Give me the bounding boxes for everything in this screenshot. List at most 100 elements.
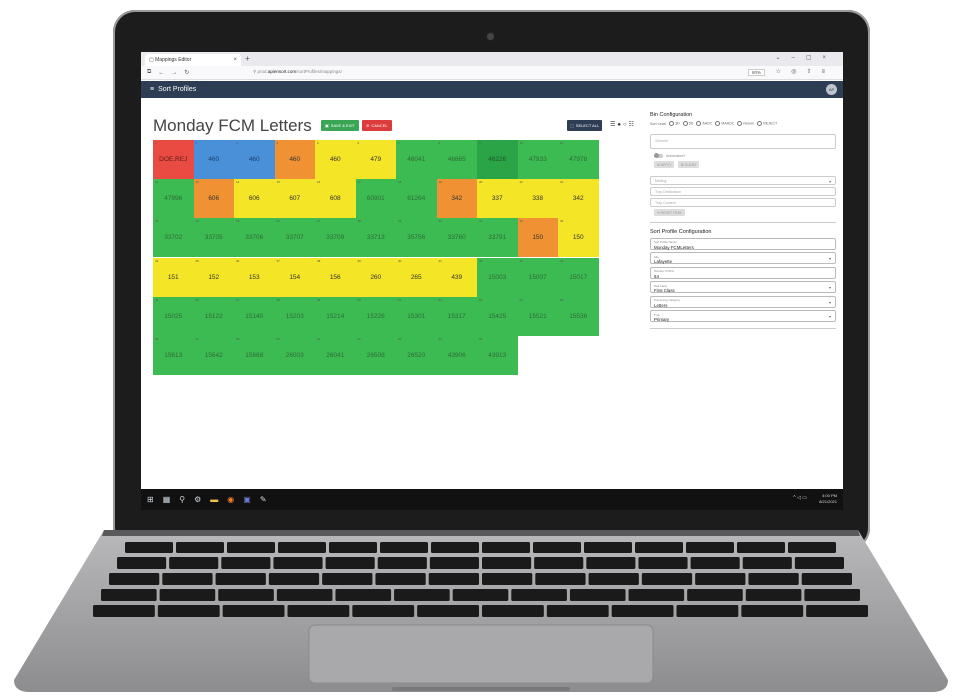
bin-cell[interactable]: 3 460	[234, 140, 275, 179]
address-bar[interactable]: ⚲ prod.apiensort.com/sortProfiles/mappin…	[253, 69, 342, 75]
bin-cell[interactable]: 40 265	[396, 257, 437, 297]
bin-cell[interactable]: 38 156	[315, 257, 356, 297]
bin-cell[interactable]: 49 15214	[315, 296, 356, 336]
bin-cell[interactable]: 18 61264	[396, 179, 437, 219]
select-all-button[interactable]: ⬚ SELECT ALL	[567, 120, 603, 131]
pen-icon[interactable]: ✎	[260, 495, 267, 504]
bin-cell[interactable]: 33 150	[558, 218, 599, 258]
bin-cell[interactable]: 61 26508	[355, 336, 396, 375]
bin-cell[interactable]: 36 153	[234, 257, 275, 297]
search-icon[interactable]: ⚲	[179, 495, 185, 504]
profile-config-field[interactable]: Number Of Bins 64	[650, 266, 836, 279]
reset-tray-button[interactable]: ⟲ RESET TRAY	[654, 209, 685, 216]
bin-cell[interactable]: 56 15613	[153, 336, 194, 375]
profile-config-field[interactable]: Mail Class First Class ▾	[650, 281, 836, 294]
toggle-switch-icon[interactable]: ●○	[617, 122, 628, 128]
bin-cell[interactable]: 55 15536	[558, 296, 599, 336]
bin-cell[interactable]: 62 26520	[396, 336, 437, 375]
clock[interactable]: 4:00 PM 8/21/2021	[819, 493, 837, 505]
mailing-select[interactable]: Mailing ▾	[650, 176, 836, 185]
bin-cell[interactable]: 54 15521	[517, 296, 558, 336]
trackpad[interactable]	[308, 624, 654, 684]
cancel-button[interactable]: ⊘ CANCEL	[362, 120, 392, 131]
scheme-field[interactable]: Scheme	[650, 134, 836, 149]
apply-button[interactable]: ⚙ APPLY	[654, 161, 675, 168]
windows-start-icon[interactable]: ⊞	[147, 495, 154, 504]
profile-config-field[interactable]: Type Primary ▾	[650, 310, 836, 323]
avatar[interactable]: AP	[826, 84, 837, 95]
bin-cell[interactable]: 26 33707	[274, 218, 315, 258]
bin-cell[interactable]: 51 15301	[396, 296, 437, 336]
bin-cell[interactable]: 45 15025	[153, 296, 194, 336]
reload-icon[interactable]: ↻	[184, 69, 189, 76]
automated-switch[interactable]	[654, 153, 663, 158]
clear-button[interactable]: ⊠ CLEAR	[677, 161, 699, 168]
profile-config-field[interactable]: Processing Category Letters ▾	[650, 295, 836, 308]
sort-level-option[interactable]: 5D	[682, 121, 693, 126]
sort-level-option[interactable]: 3D	[669, 121, 680, 126]
close-tab-icon[interactable]: ×	[233, 57, 237, 63]
bin-cell[interactable]: 46 15122	[193, 296, 234, 336]
bin-cell[interactable]: 5 460	[315, 140, 356, 179]
hamburger-menu-icon[interactable]: ≡	[150, 86, 154, 93]
bin-cell[interactable]: 17 60901	[355, 179, 396, 219]
bin-cell[interactable]: 58 15668	[234, 336, 275, 375]
bin-cell[interactable]: 19 342	[436, 179, 477, 219]
bin-cell[interactable]: 44 15017	[558, 257, 599, 297]
bin-cell[interactable]: 2 460	[193, 140, 234, 179]
bin-cell[interactable]: 52 15317	[436, 296, 477, 336]
bin-cell[interactable]: 14 606	[234, 179, 275, 219]
bin-cell[interactable]: 30 33760	[436, 218, 477, 258]
bin-cell[interactable]: 42 15003	[477, 257, 518, 297]
radio-circle-icon[interactable]	[669, 121, 675, 126]
sort-level-option[interactable]: Return	[737, 121, 754, 126]
bin-cell[interactable]: 32 150	[517, 218, 558, 258]
bin-cell[interactable]: 1 DOE,REJ	[153, 140, 194, 179]
sort-level-option[interactable]: MAADC	[715, 121, 734, 126]
bin-cell[interactable]: 35 152	[193, 257, 234, 297]
bin-cell[interactable]: 37 154	[274, 257, 315, 297]
settings-icon[interactable]: ⚙	[194, 495, 201, 504]
back-icon[interactable]: ←	[158, 70, 164, 76]
save-exit-button[interactable]: ▣ SAVE & EXIT	[321, 120, 359, 131]
bin-cell[interactable]: 43 15007	[517, 257, 558, 297]
radio-circle-icon[interactable]	[696, 121, 702, 126]
grid-view-icon[interactable]: ☷	[629, 122, 636, 128]
bin-cell[interactable]: 10 47933	[517, 140, 558, 179]
bin-cell[interactable]: 27 33709	[315, 218, 356, 258]
profile-config-field[interactable]: Site Lafayette ▾	[650, 252, 836, 265]
bin-cell[interactable]: 12 47996	[153, 179, 194, 219]
bin-cell[interactable]: 15 607	[274, 179, 315, 219]
bin-cell[interactable]: 4 460	[274, 140, 315, 179]
bin-cell[interactable]: 50 15226	[355, 296, 396, 336]
bookmark-star-icon[interactable]: ☆	[776, 68, 781, 75]
radio-circle-icon[interactable]	[715, 121, 721, 126]
tray-destination-field[interactable]: Tray Destination	[650, 187, 836, 196]
automated-toggle[interactable]: Automated?	[654, 153, 836, 158]
bin-cell[interactable]: 57 15642	[193, 336, 234, 375]
bin-cell[interactable]: 20 337	[477, 179, 518, 219]
bin-cell[interactable]: 47 15140	[234, 296, 275, 336]
tray-content-field[interactable]: Tray Content	[650, 198, 836, 207]
firefox-icon[interactable]: ◉	[227, 495, 234, 504]
sort-level-option[interactable]: REJECT	[757, 121, 777, 126]
bin-cell[interactable]: 6 479	[355, 140, 396, 179]
bin-cell[interactable]: 28 33713	[355, 218, 396, 258]
sort-level-option[interactable]: AADC	[696, 121, 712, 126]
toolbar-extension-icons[interactable]: ◎⇧≡	[791, 68, 835, 75]
bin-cell[interactable]: 60 26041	[315, 336, 356, 375]
sidebar-toggle-icon[interactable]: ⧉	[147, 69, 151, 76]
bin-cell[interactable]: 24 33705	[193, 218, 234, 258]
bin-cell[interactable]: 8 46865	[436, 140, 477, 179]
bin-cell[interactable]: 59 26003	[274, 336, 315, 375]
bin-cell[interactable]: 22 342	[558, 179, 599, 219]
bin-cell[interactable]: 7 46041	[396, 140, 437, 179]
system-tray-icons[interactable]: ^ ◁ ▭	[793, 495, 807, 501]
bin-cell[interactable]: 64 43913	[477, 336, 518, 375]
bin-cell[interactable]: 29 35756	[396, 218, 437, 258]
new-tab-icon[interactable]: +	[245, 54, 250, 63]
zoom-level[interactable]: 80%	[747, 69, 765, 76]
bin-cell[interactable]: 53 15425	[477, 296, 518, 336]
bin-cell[interactable]: 39 260	[355, 257, 396, 297]
view-toggle[interactable]: ☰●○☷	[610, 121, 636, 128]
